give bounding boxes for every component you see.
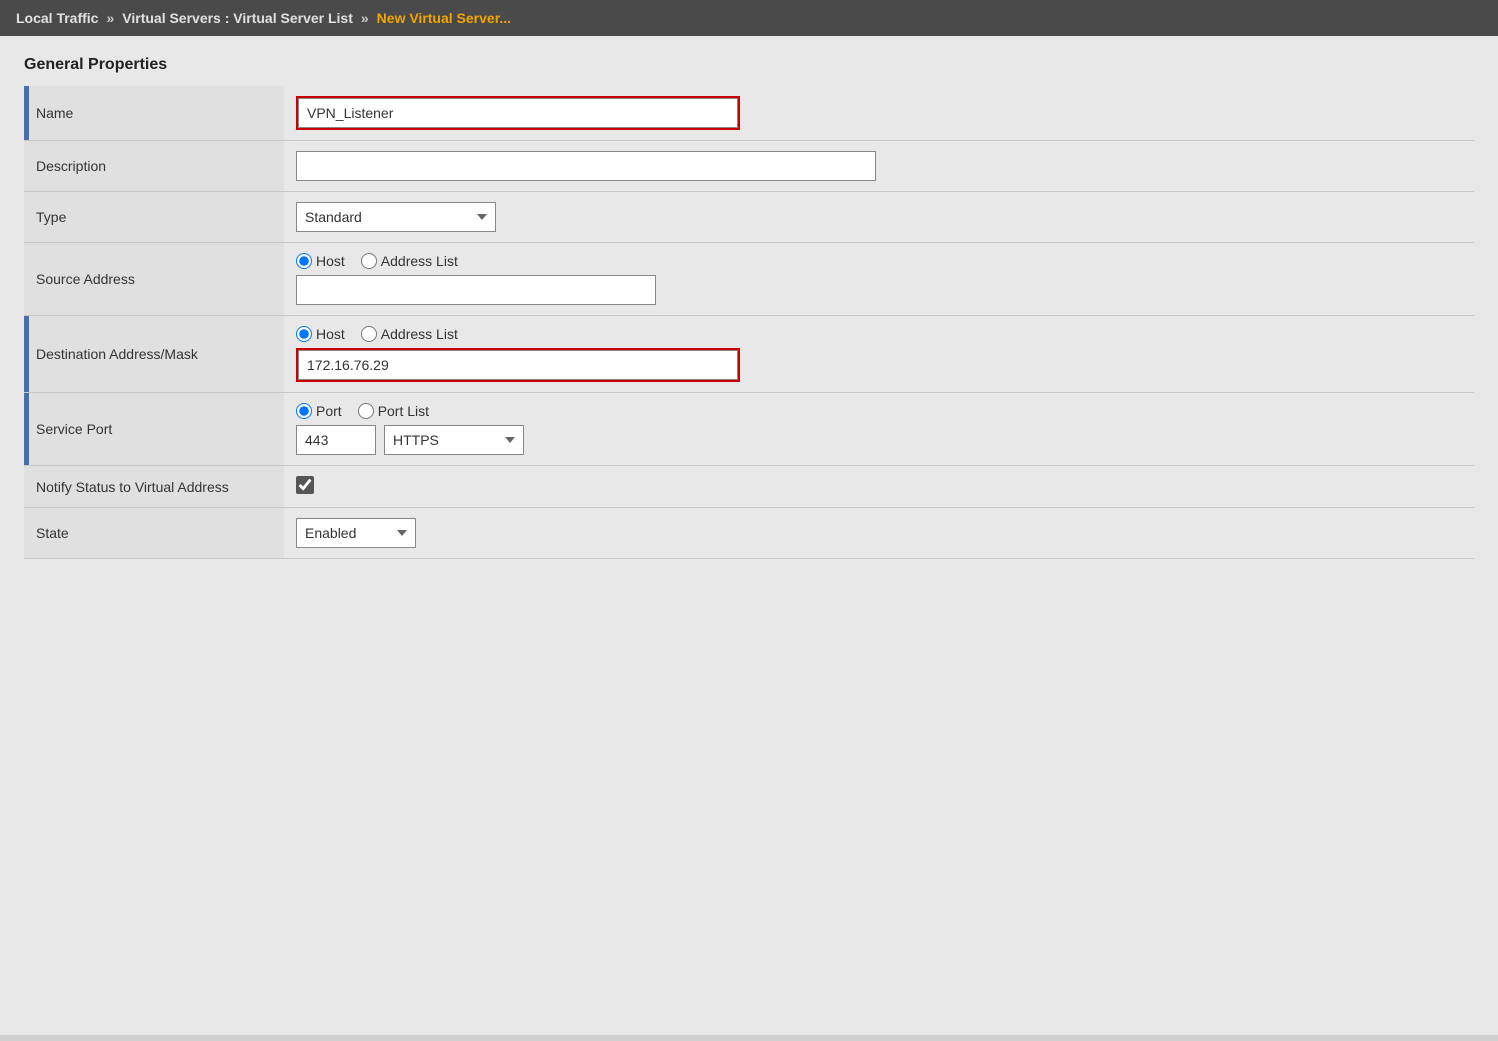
source-address-list-radio-text: Address List xyxy=(381,253,458,269)
source-host-radio-label[interactable]: Host xyxy=(296,253,345,269)
notify-checkbox[interactable] xyxy=(296,476,314,494)
port-input[interactable] xyxy=(296,425,376,455)
name-value-cell xyxy=(284,86,1474,141)
destination-address-list-radio[interactable] xyxy=(361,326,377,342)
breadcrumb-bar: Local Traffic » Virtual Servers : Virtua… xyxy=(0,0,1498,36)
destination-label: Destination Address/Mask xyxy=(24,316,284,393)
source-address-list-radio-label[interactable]: Address List xyxy=(361,253,458,269)
state-row: State Enabled Disabled xyxy=(24,508,1474,559)
description-row: Description xyxy=(24,141,1474,192)
port-radio-group: Port Port List xyxy=(296,403,1462,419)
breadcrumb-part3: New Virtual Server... xyxy=(377,10,511,26)
destination-host-radio-label[interactable]: Host xyxy=(296,326,345,342)
source-address-list-radio[interactable] xyxy=(361,253,377,269)
https-select[interactable]: HTTPS HTTP FTP SSH Telnet SMTP DNS Other xyxy=(384,425,524,455)
description-label: Description xyxy=(24,141,284,192)
type-label: Type xyxy=(24,192,284,243)
destination-input[interactable] xyxy=(298,350,738,380)
name-input-wrapper xyxy=(296,96,740,130)
destination-input-wrapper xyxy=(296,348,740,382)
port-radio-text: Port xyxy=(316,403,342,419)
source-host-radio-text: Host xyxy=(316,253,345,269)
name-input[interactable] xyxy=(298,98,738,128)
port-radio[interactable] xyxy=(296,403,312,419)
description-value-cell xyxy=(284,141,1474,192)
destination-address-list-radio-label[interactable]: Address List xyxy=(361,326,458,342)
port-radio-label[interactable]: Port xyxy=(296,403,342,419)
destination-value-cell: Host Address List xyxy=(284,316,1474,393)
notify-value-cell xyxy=(284,466,1474,508)
service-port-row: Service Port Port Port List HTTPS xyxy=(24,393,1474,466)
source-address-input[interactable] xyxy=(296,275,656,305)
state-value-cell: Enabled Disabled xyxy=(284,508,1474,559)
section-title: General Properties xyxy=(24,56,1474,74)
state-label: State xyxy=(24,508,284,559)
source-radio-group: Host Address List xyxy=(296,253,1462,269)
destination-address-list-radio-text: Address List xyxy=(381,326,458,342)
service-port-value-cell: Port Port List HTTPS HTTP FTP SSH Telnet xyxy=(284,393,1474,466)
port-list-radio-label[interactable]: Port List xyxy=(358,403,429,419)
name-row: Name xyxy=(24,86,1474,141)
port-input-row: HTTPS HTTP FTP SSH Telnet SMTP DNS Other xyxy=(296,425,1462,455)
breadcrumb-sep1: » xyxy=(106,10,114,26)
type-value-cell: Standard Performance (HTTP) Performance … xyxy=(284,192,1474,243)
type-select[interactable]: Standard Performance (HTTP) Performance … xyxy=(296,202,496,232)
service-port-label: Service Port xyxy=(24,393,284,466)
breadcrumb-part1: Local Traffic xyxy=(16,10,98,26)
description-input[interactable] xyxy=(296,151,876,181)
destination-radio-group: Host Address List xyxy=(296,326,1462,342)
destination-host-radio[interactable] xyxy=(296,326,312,342)
breadcrumb-part2: Virtual Servers : Virtual Server List xyxy=(122,10,353,26)
destination-row: Destination Address/Mask Host Address Li… xyxy=(24,316,1474,393)
destination-host-radio-text: Host xyxy=(316,326,345,342)
source-address-row: Source Address Host Address List xyxy=(24,243,1474,316)
main-content: General Properties Name Description Type… xyxy=(0,36,1498,1035)
source-host-radio[interactable] xyxy=(296,253,312,269)
type-row: Type Standard Performance (HTTP) Perform… xyxy=(24,192,1474,243)
notify-label: Notify Status to Virtual Address xyxy=(24,466,284,508)
general-properties-form: Name Description Type Standard Performan… xyxy=(24,86,1474,559)
source-address-label: Source Address xyxy=(24,243,284,316)
port-list-radio-text: Port List xyxy=(378,403,429,419)
breadcrumb-sep2: » xyxy=(361,10,369,26)
source-address-value-cell: Host Address List xyxy=(284,243,1474,316)
port-list-radio[interactable] xyxy=(358,403,374,419)
state-select[interactable]: Enabled Disabled xyxy=(296,518,416,548)
name-label: Name xyxy=(24,86,284,141)
notify-row: Notify Status to Virtual Address xyxy=(24,466,1474,508)
